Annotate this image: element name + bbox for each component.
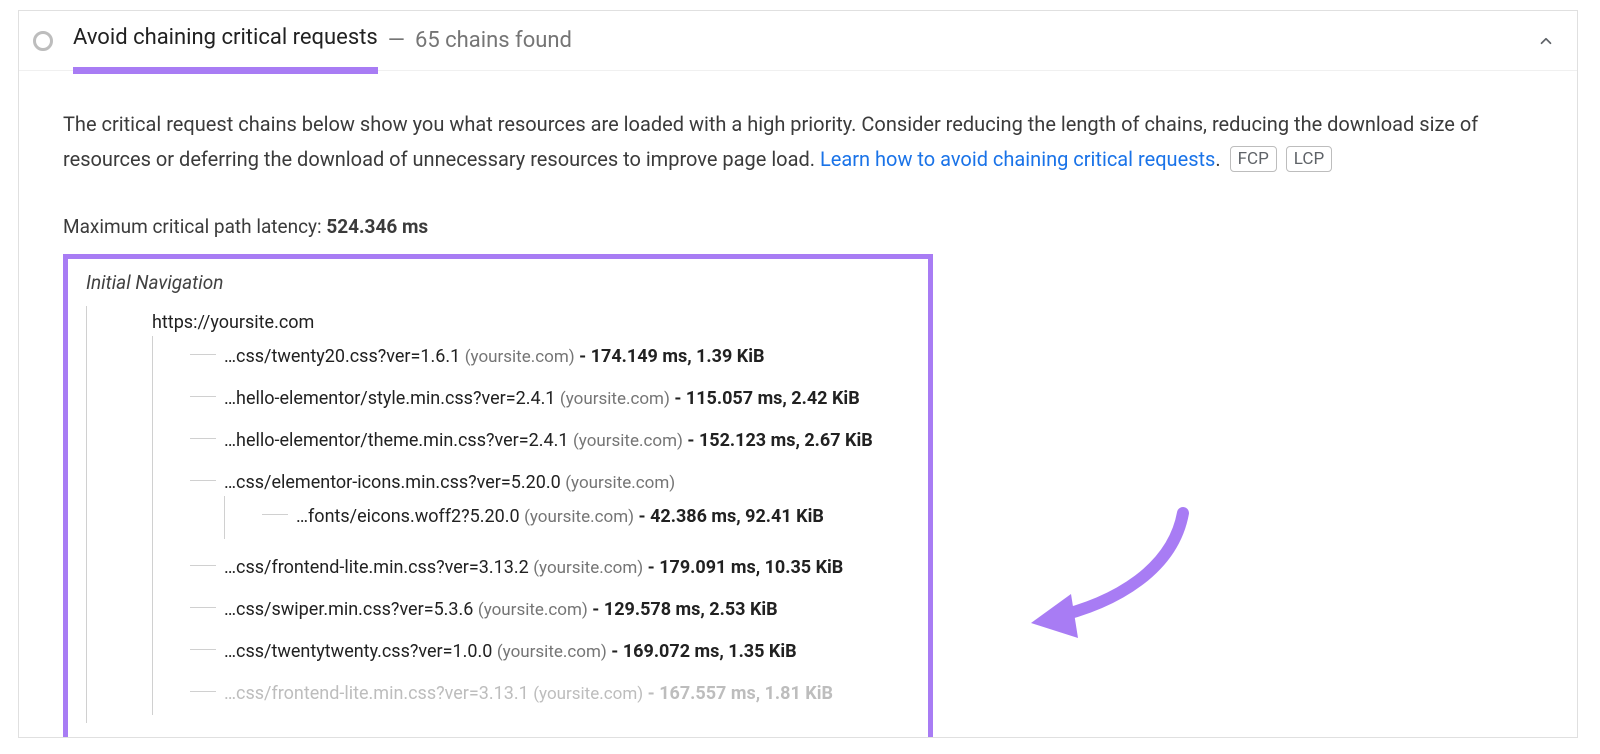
- latency-value: 524.346 ms: [326, 215, 428, 238]
- chain-path[interactable]: …css/frontend-lite.min.css?ver=3.13.1: [224, 683, 533, 704]
- dash-separator: -: [643, 557, 659, 578]
- request-chain-tree: Initial Navigation https://yoursite.com …: [63, 254, 933, 738]
- chain-metrics: 129.578 ms, 2.53 KiB: [604, 599, 778, 620]
- chain-path[interactable]: …hello-elementor/theme.min.css?ver=2.4.1: [224, 430, 573, 451]
- chain-origin: (yoursite.com): [533, 684, 643, 704]
- chain-origin: (yoursite.com): [497, 642, 607, 662]
- chain-metrics: 115.057 ms, 2.42 KiB: [686, 388, 860, 409]
- chain-origin: (yoursite.com): [565, 473, 675, 493]
- chain-path[interactable]: …css/twenty20.css?ver=1.6.1: [224, 346, 465, 367]
- dash-separator: -: [643, 683, 659, 704]
- chain-path[interactable]: …hello-elementor/style.min.css?ver=2.4.1: [224, 388, 560, 409]
- audit-header[interactable]: Avoid chaining critical requests — 65 ch…: [19, 11, 1577, 71]
- chain-origin: (yoursite.com): [465, 347, 575, 367]
- dash-separator: -: [683, 430, 699, 451]
- tag-fcp: FCP: [1230, 146, 1277, 172]
- latency-label: Maximum critical path latency:: [63, 215, 326, 238]
- chain-path[interactable]: …css/frontend-lite.min.css?ver=3.13.2: [224, 557, 533, 578]
- annotation-arrow-icon: [1023, 508, 1193, 638]
- separator: —: [388, 28, 405, 53]
- description-suffix: .: [1215, 147, 1220, 171]
- audit-description: The critical request chains below show y…: [63, 107, 1533, 177]
- chain-origin: (yoursite.com): [573, 431, 683, 451]
- learn-more-link[interactable]: Learn how to avoid chaining critical req…: [820, 147, 1215, 171]
- chevron-up-icon[interactable]: [1537, 32, 1555, 50]
- chain-origin: (yoursite.com): [478, 600, 588, 620]
- dash-separator: -: [575, 346, 591, 367]
- chain-metrics: 152.123 ms, 2.67 KiB: [699, 430, 873, 451]
- tree-root-label: Initial Navigation: [86, 271, 910, 294]
- chain-metrics: 174.149 ms, 1.39 KiB: [591, 346, 765, 367]
- tag-lcp: LCP: [1286, 146, 1332, 172]
- chain-origin: (yoursite.com): [524, 507, 634, 527]
- status-circle-icon: [33, 31, 53, 51]
- dash-separator: -: [588, 599, 604, 620]
- audit-panel: Avoid chaining critical requests — 65 ch…: [18, 10, 1578, 738]
- dash-separator: -: [634, 506, 650, 527]
- chain-origin: (yoursite.com): [533, 558, 643, 578]
- chain-metrics: 169.072 ms, 1.35 KiB: [623, 641, 797, 662]
- audit-title: Avoid chaining critical requests: [73, 25, 378, 56]
- audit-count: 65 chains found: [415, 28, 572, 53]
- dash-separator: -: [607, 641, 623, 662]
- chain-path[interactable]: …css/elementor-icons.min.css?ver=5.20.0: [224, 472, 565, 493]
- chain-path[interactable]: …fonts/eicons.woff2?5.20.0: [296, 506, 524, 527]
- tree-root-url[interactable]: https://yoursite.com: [152, 312, 314, 333]
- chain-metrics: 179.091 ms, 10.35 KiB: [659, 557, 843, 578]
- chain-metrics: 167.557 ms, 1.81 KiB: [659, 683, 833, 704]
- dash-separator: -: [670, 388, 686, 409]
- max-latency: Maximum critical path latency: 524.346 m…: [63, 215, 1533, 238]
- audit-body: The critical request chains below show y…: [19, 71, 1577, 738]
- chain-path[interactable]: …css/twentytwenty.css?ver=1.0.0: [224, 641, 497, 662]
- chain-metrics: 42.386 ms, 92.41 KiB: [650, 506, 824, 527]
- chain-origin: (yoursite.com): [560, 389, 670, 409]
- chain-path[interactable]: …css/swiper.min.css?ver=5.3.6: [224, 599, 478, 620]
